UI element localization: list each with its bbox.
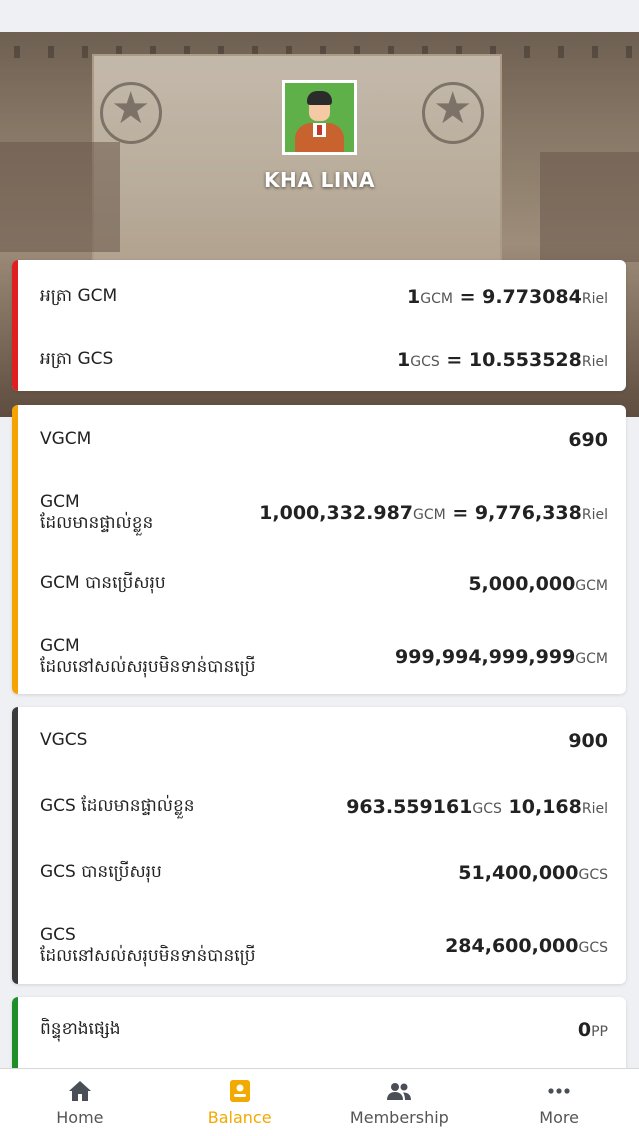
points-label: ពិន្ទុខាងផ្សេង [40,1019,121,1040]
user-name: KHA LINA [263,168,376,192]
card-accent-bar [12,260,18,391]
gcs-remaining-label: GCS ដែលនៅសល់សរុបមិនទាន់បានប្រើ [40,924,256,966]
vgcs-value: 900 [568,730,608,752]
gcm-remaining-row: GCM ដែលនៅសល់សរុបមិនទាន់បានប្រើ 999,994,99… [40,633,608,681]
home-icon [68,1081,91,1101]
gcm-used-label: GCM បានប្រើសរុប [40,573,166,594]
gcs-own-value: 963.559161GCS 10,168Riel [346,796,608,818]
gcm-remaining-value: 999,994,999,999GCM [395,646,608,668]
wallet-icon [229,1080,250,1102]
gcs-remaining-row: GCS ដែលនៅសល់សរុបមិនទាន់បានប្រើ 284,600,00… [40,922,608,970]
gcm-rate-label: អត្រា GCM [40,286,118,307]
gcs-own-label: GCS ដែលមានផ្ទាល់ខ្លួន [40,796,195,817]
more-dots-icon [548,1088,570,1094]
gcm-own-label: GCM ដែលមានផ្ទាល់ខ្លួន [40,491,154,533]
nav-more-label: More [539,1108,579,1127]
nav-home-label: Home [56,1108,104,1127]
vgcm-label: VGCM [40,429,92,450]
vgcm-value: 690 [568,429,608,451]
status-bar [0,0,639,32]
gcm-own-value: 1,000,332.987GCM = 9,776,338Riel [259,502,608,524]
gcs-rate-label: អត្រា GCS [40,349,114,370]
card-accent-bar [12,707,18,984]
nav-membership[interactable]: Membership [320,1069,480,1136]
points-row: ពិន្ទុខាងផ្សេង 0PP [40,1015,608,1045]
nav-balance[interactable]: Balance [160,1069,320,1136]
gcm-own-row: GCM ដែលមានផ្ទាល់ខ្លួន 1,000,332.987GCM = … [40,489,608,537]
gcs-used-value: 51,400,000GCS [458,862,608,884]
nav-more[interactable]: More [479,1069,639,1136]
exchange-rate-card: អត្រា GCM 1GCM = 9.773084Riel អត្រា GCS … [12,260,626,391]
avatar-image [285,83,354,152]
gcs-balance-card: VGCS 900 GCS ដែលមានផ្ទាល់ខ្លួន 963.55916… [12,707,626,984]
gcm-used-row: GCM បានប្រើសរុប 5,000,000GCM [40,569,608,599]
gcs-own-row: GCS ដែលមានផ្ទាល់ខ្លួន 963.559161GCS 10,1… [40,792,608,822]
vgcs-row: VGCS 900 [40,726,608,756]
nav-membership-label: Membership [349,1108,449,1127]
vgcm-row: VGCM 690 [40,425,608,455]
nav-home[interactable]: Home [0,1069,160,1136]
people-icon [387,1083,412,1100]
card-accent-bar [12,405,18,694]
nav-balance-label: Balance [207,1108,272,1127]
gcs-rate-row: អត្រា GCS 1GCS = 10.553528Riel [40,345,608,375]
gcm-balance-card: VGCM 690 GCM ដែលមានផ្ទាល់ខ្លួន 1,000,332.… [12,405,626,694]
gcs-rate-value: 1GCS = 10.553528Riel [396,349,608,371]
avatar[interactable] [282,80,357,155]
points-value: 0PP [577,1019,608,1041]
gcs-remaining-value: 284,600,000GCS [445,935,608,957]
gcs-used-row: GCS បានប្រើសរុប 51,400,000GCS [40,858,608,888]
gcm-used-value: 5,000,000GCM [468,573,608,595]
gcm-remaining-label: GCM ដែលនៅសល់សរុបមិនទាន់បានប្រើ [40,635,256,677]
bottom-navigation: Home Balance Membership More [0,1068,639,1136]
vgcs-label: VGCS [40,730,88,751]
gcs-used-label: GCS បានប្រើសរុប [40,862,162,883]
gcm-rate-value: 1GCM = 9.773084Riel [407,286,608,308]
gcm-rate-row: អត្រា GCM 1GCM = 9.773084Riel [40,282,608,312]
